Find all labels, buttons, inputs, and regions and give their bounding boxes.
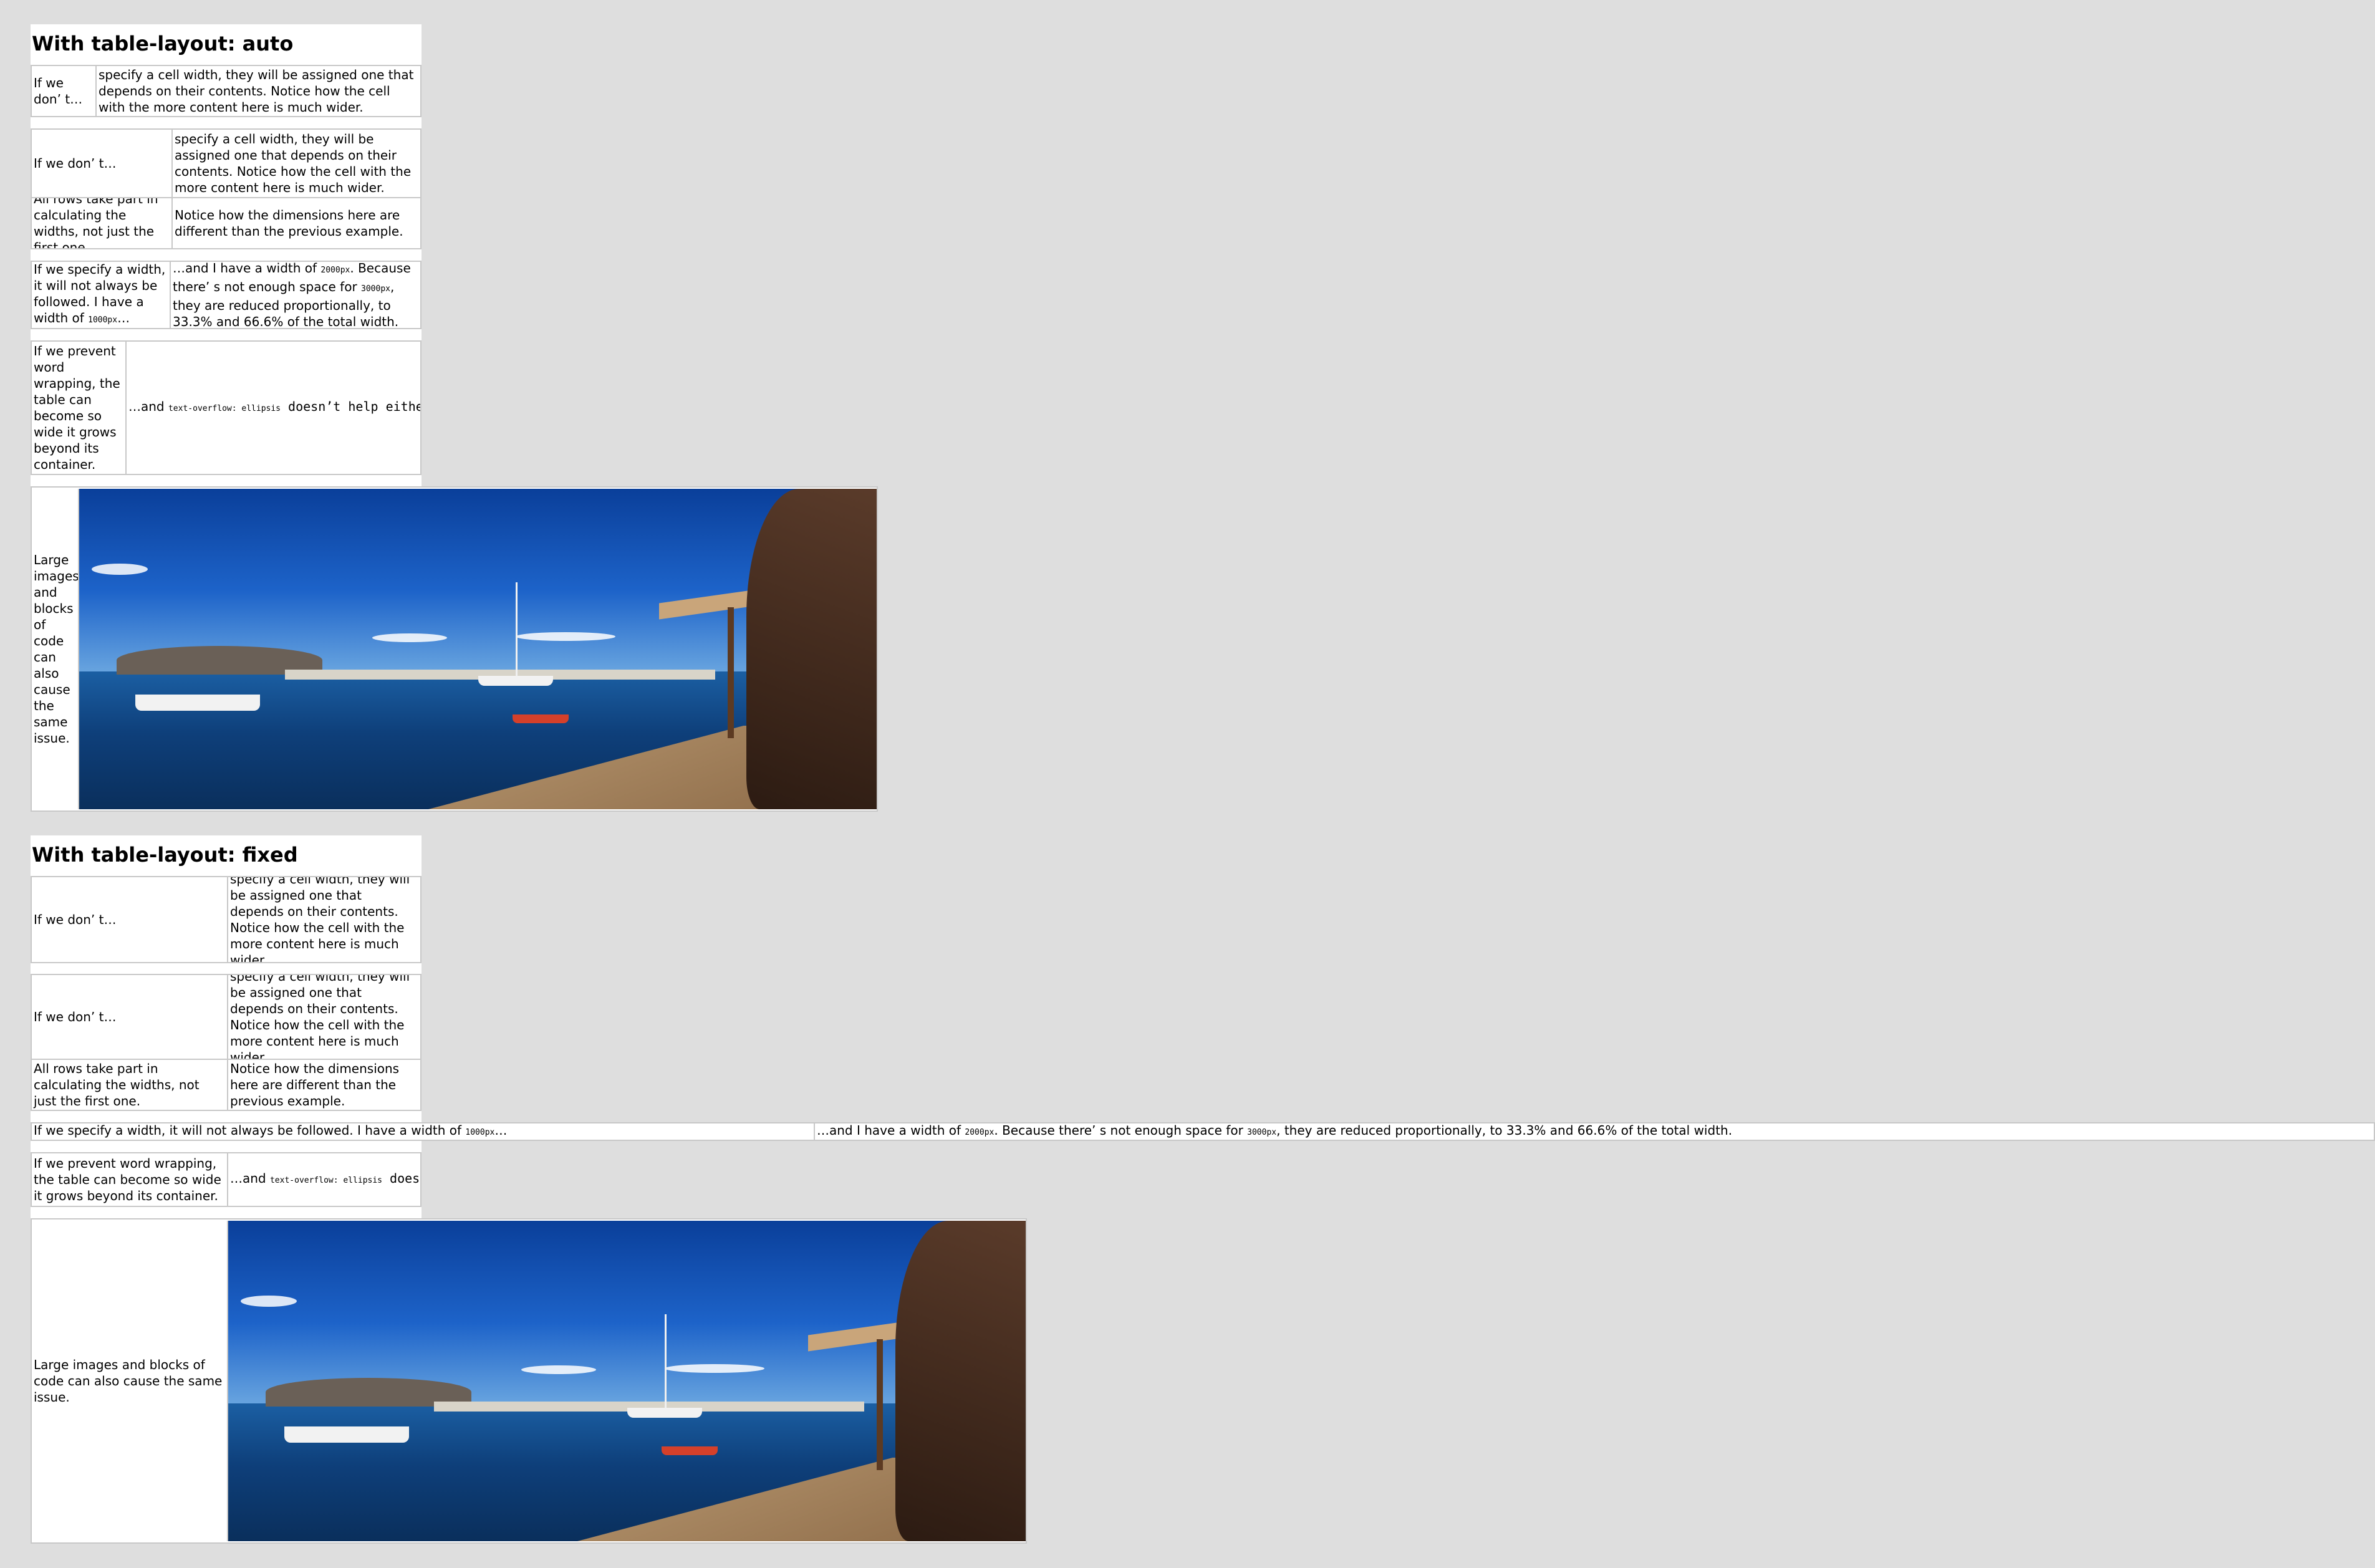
- fixed-t4-text-1: If we prevent word wrapping, the table c…: [34, 1156, 221, 1203]
- auto-t3-cell-2: …and I have a width of 2000px. Because t…: [170, 262, 420, 328]
- auto-t1-cell-1: If we don’ t…: [32, 66, 95, 116]
- auto-t1-text-1: If we don’ t…: [34, 75, 83, 107]
- fixed-t3-c1-b: …: [494, 1123, 508, 1138]
- fixed-t4-c2-b: does…: [390, 1171, 420, 1186]
- auto-t3-c1-b: …: [117, 310, 130, 325]
- auto-t2-r1c2: specify a cell width, they will be assig…: [171, 130, 420, 197]
- fixed-t4-cell-2: …and text-overflow: ellipsis does…: [227, 1153, 420, 1206]
- auto-harbor-photo: [78, 489, 877, 809]
- fixed-t2-r1c1: If we don’ t…: [32, 975, 227, 1059]
- fixed-t2-r1c2: specify a cell width, they will be assig…: [227, 975, 420, 1059]
- fixed-t4-cell-1: If we prevent word wrapping, the table c…: [32, 1153, 227, 1206]
- fixed-t3-c2-a: …and I have a width of: [817, 1123, 965, 1138]
- fixed-heading: With table-layout: fixed: [31, 835, 422, 875]
- fixed-t3-c1-a: If we specify a width, it will not alway…: [34, 1123, 466, 1138]
- auto-t3-cell-1: If we specify a width, it will not alway…: [32, 262, 170, 328]
- fixed-t3-c2-b: . Because there’ s not enough space for: [994, 1123, 1248, 1138]
- fixed-t4-c2-code: text-overflow: ellipsis: [269, 1176, 382, 1185]
- auto-t5-text-1: Large images and blocks of code can also…: [34, 552, 78, 746]
- fixed-t1-text-1: If we don’ t…: [34, 912, 117, 927]
- auto-t3-text-2: …and I have a width of 2000px. Because t…: [173, 262, 418, 328]
- auto-t2-r1c1-text: If we don’ t…: [34, 156, 117, 171]
- auto-t4-c2-a: …and: [128, 399, 168, 414]
- fixed-t3-c2-c: , they are reduced proportionally, to 33…: [1276, 1123, 1733, 1138]
- auto-t4-c2-b: doesn’t help either.: [288, 399, 420, 414]
- fixed-t2-r2c1-text: All rows take part in calculating the wi…: [34, 1061, 200, 1109]
- auto-t2-r2c1-text: All rows take part in calculating the wi…: [34, 197, 158, 248]
- auto-t4-cell-2: …and text-overflow: ellipsis doesn’t hel…: [125, 342, 420, 474]
- auto-table-4: If we prevent word wrapping, the table c…: [31, 340, 422, 475]
- fixed-t5-cell-1: Large images and blocks of code can also…: [32, 1219, 227, 1542]
- fixed-t3-cell-1: If we specify a width, it will not alway…: [32, 1123, 814, 1140]
- auto-t4-cell-1: If we prevent word wrapping, the table c…: [32, 342, 125, 474]
- auto-t5-cell-1: Large images and blocks of code can also…: [32, 488, 78, 810]
- auto-t3-c1-code: 1000px: [88, 315, 118, 325]
- auto-t2-r2c2-text: Notice how the dimensions here are diffe…: [175, 208, 403, 239]
- fixed-table-3: If we specify a width, it will not alway…: [31, 1122, 2375, 1141]
- fixed-t5-text-1: Large images and blocks of code can also…: [34, 1357, 223, 1405]
- fixed-t2-r1c2-text: specify a cell width, they will be assig…: [230, 975, 410, 1059]
- auto-t4-text-2: …and text-overflow: ellipsis doesn’t hel…: [128, 398, 420, 417]
- fixed-t4-c2-a: …and: [230, 1171, 270, 1186]
- fixed-t3-c2-code1: 2000px: [965, 1128, 995, 1137]
- fixed-t3-c1-code: 1000px: [465, 1128, 495, 1137]
- fixed-table-4: If we prevent word wrapping, the table c…: [31, 1152, 422, 1207]
- auto-t3-text-1: If we specify a width, it will not alway…: [34, 262, 168, 328]
- fixed-t3-text-1: If we specify a width, it will not alway…: [34, 1123, 507, 1140]
- fixed-t3-cell-2: …and I have a width of 2000px. Because t…: [814, 1123, 2374, 1140]
- fixed-t3-c2-code2: 3000px: [1247, 1128, 1277, 1137]
- fixed-t2-r1c1-text: If we don’ t…: [34, 1009, 117, 1024]
- page: With table-layout: auto If we don’ t… sp…: [0, 0, 2375, 1568]
- auto-t2-r2c1: All rows take part in calculating the wi…: [32, 197, 171, 248]
- fixed-table-5: Large images and blocks of code can also…: [31, 1218, 1027, 1544]
- auto-t2-r1c1: If we don’ t…: [32, 130, 171, 197]
- auto-t2-r1c2-text: specify a cell width, they will be assig…: [175, 132, 412, 195]
- fixed-table-1: If we don’ t… specify a cell width, they…: [31, 876, 422, 963]
- fixed-t2-r2c1: All rows take part in calculating the wi…: [32, 1059, 227, 1110]
- auto-table-2: If we don’ t… specify a cell width, they…: [31, 128, 422, 249]
- auto-table-1: If we don’ t… specify a cell width, they…: [31, 65, 422, 117]
- fixed-t1-text-2: specify a cell width, they will be assig…: [230, 877, 410, 962]
- auto-t1-cell-2: specify a cell width, they will be assig…: [95, 66, 420, 116]
- auto-t2-r2c2: Notice how the dimensions here are diffe…: [171, 197, 420, 248]
- auto-table-3: If we specify a width, it will not alway…: [31, 261, 422, 329]
- fixed-t2-r2c2-text: Notice how the dimensions here are diffe…: [230, 1061, 400, 1109]
- auto-table-5: Large images and blocks of code can also…: [31, 486, 878, 812]
- auto-t3-c2-code2: 3000px: [361, 284, 390, 294]
- auto-t1-text-2: specify a cell width, they will be assig…: [99, 67, 414, 115]
- fixed-t1-cell-1: If we don’ t…: [32, 877, 227, 962]
- fixed-t1-cell-2: specify a cell width, they will be assig…: [227, 877, 420, 962]
- fixed-t4-text-2: …and text-overflow: ellipsis does…: [230, 1170, 420, 1189]
- fixed-t2-r2c2: Notice how the dimensions here are diffe…: [227, 1059, 420, 1110]
- auto-t3-c2-code1: 2000px: [320, 266, 350, 275]
- fixed-t3-text-2: …and I have a width of 2000px. Because t…: [817, 1123, 1732, 1140]
- fixed-harbor-photo: [227, 1221, 1026, 1541]
- auto-t3-c2-a: …and I have a width of: [173, 262, 321, 276]
- auto-t4-c2-code: text-overflow: ellipsis: [168, 404, 281, 413]
- auto-t4-text-1: If we prevent word wrapping, the table c…: [34, 344, 120, 472]
- fixed-table-2: If we don’ t… specify a cell width, they…: [31, 974, 422, 1111]
- auto-heading: With table-layout: auto: [31, 24, 422, 64]
